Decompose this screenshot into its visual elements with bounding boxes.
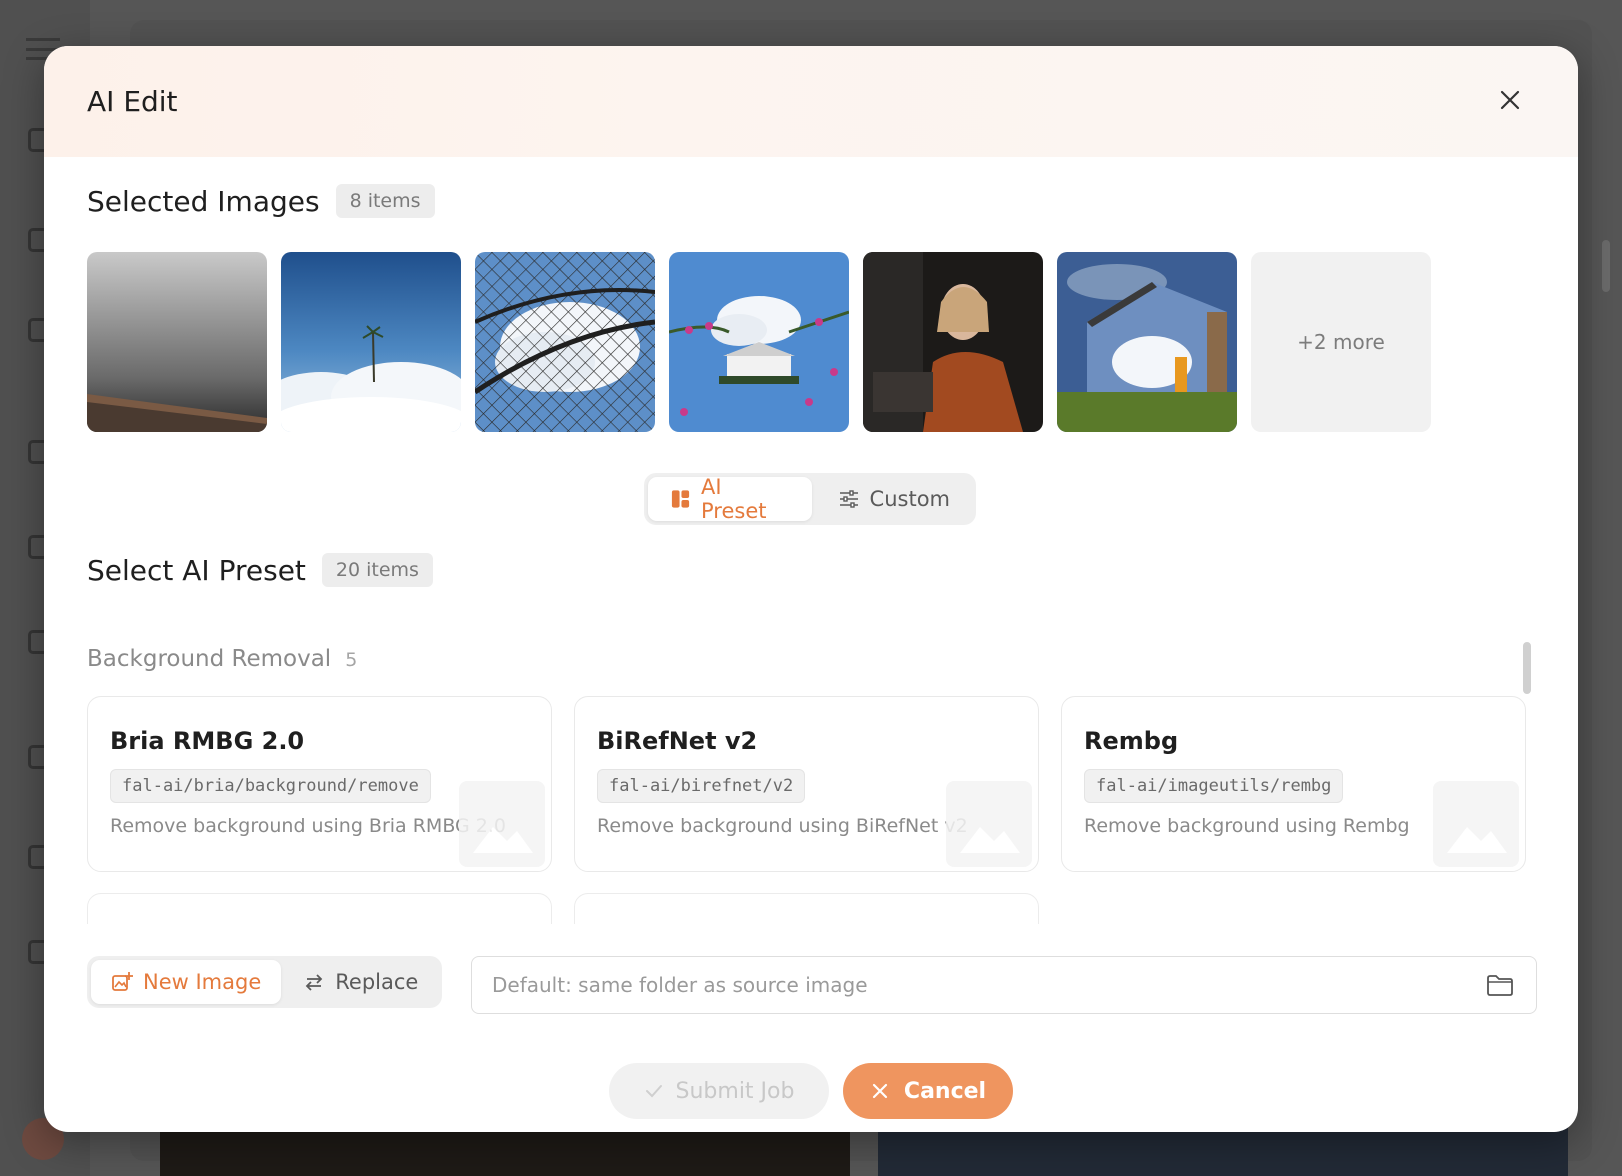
background-scrollbar	[1602, 240, 1610, 292]
modal-title: AI Edit	[87, 85, 178, 118]
mirror-house-cloud-image	[1057, 252, 1237, 432]
preset-list-scrollbar[interactable]	[1523, 642, 1531, 694]
selected-images-strip: +2 more	[87, 252, 1431, 432]
folder-icon[interactable]	[1484, 969, 1516, 1001]
custom-tab[interactable]: Custom	[816, 477, 972, 521]
preset-section-header: Select AI Preset 20 items	[87, 553, 433, 587]
preset-name: Rembg	[1084, 727, 1179, 755]
preset-count-badge: 20 items	[321, 553, 433, 587]
layout-grid-icon	[671, 490, 690, 508]
ai-preset-tab[interactable]: AI Preset	[648, 475, 812, 523]
selected-image-thumbnail[interactable]	[669, 252, 849, 432]
background-photo	[160, 1125, 850, 1176]
close-icon	[872, 1083, 888, 1099]
submit-job-button[interactable]: Submit Job	[609, 1063, 829, 1119]
preset-card[interactable]: Bria RMBG 2.0 fal-ai/bria/background/rem…	[87, 696, 552, 872]
cancel-label: Cancel	[903, 1078, 987, 1104]
ai-edit-modal: AI Edit Selected Images 8 items +2 more …	[44, 46, 1578, 1132]
swap-arrows-icon	[305, 974, 323, 991]
output-folder-field	[471, 956, 1537, 1014]
image-placeholder-icon	[459, 781, 545, 867]
preset-group-title: Background Removal	[87, 646, 332, 672]
preset-card[interactable]: BiRefNet v2 fal-ai/birefnet/v2 Remove ba…	[574, 696, 1039, 872]
more-images-tile[interactable]: +2 more	[1251, 252, 1431, 432]
gray-gradient-roof-image	[87, 252, 267, 432]
selected-images-count-badge: 8 items	[335, 184, 435, 218]
preset-name: BiRefNet v2	[597, 727, 758, 755]
selected-image-thumbnail[interactable]	[281, 252, 461, 432]
submit-job-label: Submit Job	[675, 1078, 795, 1104]
selected-image-thumbnail[interactable]	[863, 252, 1043, 432]
preset-endpoint: fal-ai/birefnet/v2	[597, 769, 806, 803]
selected-image-thumbnail[interactable]	[1057, 252, 1237, 432]
background-photo	[878, 1125, 1568, 1176]
woman-portrait-image	[863, 252, 1043, 432]
palm-tree-clouds-image	[281, 252, 461, 432]
selected-image-thumbnail[interactable]	[87, 252, 267, 432]
preset-list: Bria RMBG 2.0 fal-ai/bria/background/rem…	[87, 696, 1543, 924]
close-icon	[1500, 90, 1520, 110]
replace-tab[interactable]: Replace	[285, 960, 436, 1004]
preset-card[interactable]: Rembg fal-ai/imageutils/rembg Remove bac…	[1061, 696, 1526, 872]
sliders-icon	[839, 490, 858, 508]
image-add-icon	[112, 972, 133, 991]
preset-mode-toggle: AI Preset Custom	[644, 473, 976, 525]
selected-images-title: Selected Images	[87, 184, 320, 218]
preset-name: Bria RMBG 2.0	[110, 727, 305, 755]
selected-image-thumbnail[interactable]	[475, 252, 655, 432]
new-image-tab[interactable]: New Image	[91, 960, 282, 1004]
preset-endpoint: fal-ai/bria/background/remove	[110, 769, 431, 803]
custom-label: Custom	[869, 487, 950, 511]
new-image-label: New Image	[143, 970, 262, 994]
ai-preset-label: AI Preset	[701, 475, 767, 523]
floating-house-flowers-image	[669, 252, 849, 432]
preset-group-header: Background Removal 5	[87, 646, 357, 672]
fence-clouds-image	[475, 252, 655, 432]
output-mode-toggle: New Image Replace	[87, 956, 442, 1008]
cancel-button[interactable]: Cancel	[843, 1063, 1013, 1119]
preset-group-count: 5	[345, 649, 358, 671]
selected-images-header: Selected Images 8 items	[87, 184, 435, 218]
preset-endpoint: fal-ai/imageutils/rembg	[1084, 769, 1344, 803]
check-icon	[645, 1085, 662, 1098]
image-placeholder-icon	[1433, 781, 1519, 867]
preset-card[interactable]	[87, 893, 552, 924]
replace-label: Replace	[335, 970, 419, 994]
modal-header: AI Edit	[44, 46, 1578, 157]
output-folder-input[interactable]	[492, 973, 1452, 997]
preset-card[interactable]	[574, 893, 1039, 924]
close-button[interactable]	[1494, 84, 1526, 116]
preset-section-title: Select AI Preset	[87, 553, 306, 587]
image-placeholder-icon	[946, 781, 1032, 867]
